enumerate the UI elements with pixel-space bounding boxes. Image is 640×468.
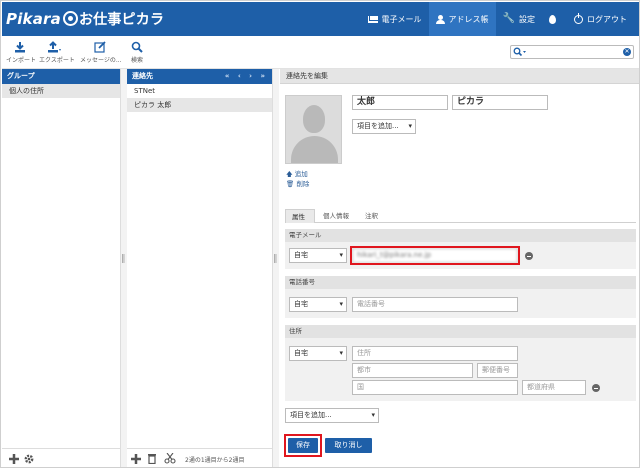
nav-logout[interactable]: ログアウト: [567, 2, 634, 36]
contacts-pager[interactable]: « ‹ › »: [225, 69, 268, 84]
nav-addressbook[interactable]: アドレス帳: [428, 2, 496, 36]
trash-icon[interactable]: [147, 453, 157, 464]
top-nav: 電子メール アドレス帳 🔧 設定 ログアウト: [361, 2, 634, 36]
power-icon: [574, 12, 583, 24]
add-field-select-bottom[interactable]: 項目を追加...: [285, 408, 379, 423]
compose-message-button[interactable]: メッセージの...: [80, 39, 122, 64]
logo-main: Pikara: [6, 10, 61, 28]
nav-logout-label: ログアウト: [587, 14, 627, 24]
nav-settings-label: 設定: [519, 14, 535, 24]
drop-icon: [549, 14, 556, 24]
splitter-right[interactable]: [273, 69, 279, 467]
photo-delete-link[interactable]: 🗑 削除: [286, 179, 309, 189]
toolbar: インポート エクスポート メッセージの... 検索 ✕: [2, 36, 639, 69]
export-button[interactable]: エクスポート: [39, 39, 75, 64]
contacts-footer: 2通の1通目から2通目: [127, 448, 272, 467]
photo-links: 🡅 追加 🗑 削除: [286, 169, 309, 189]
search-options-icon[interactable]: [513, 47, 527, 59]
contact-edit-panel: 連絡先を編集 🡅 追加 🗑 削除 太郎 ピカラ 項目を追加... 属性 個人情報…: [280, 69, 639, 467]
photo-add-label: 追加: [294, 170, 308, 178]
avatar-head-icon: [303, 105, 325, 133]
contacts-title: 連絡先: [132, 72, 153, 80]
clear-search-icon[interactable]: ✕: [623, 48, 631, 56]
cancel-button[interactable]: 取り消し: [325, 438, 372, 453]
region-field[interactable]: 都道府県: [522, 380, 586, 395]
edit-header: 連絡先を編集: [280, 69, 639, 84]
logo-sub: お仕事ピカラ: [78, 12, 165, 28]
import-label: インポート: [6, 57, 37, 64]
tab-personal-info[interactable]: 個人情報: [317, 209, 357, 223]
group-item[interactable]: 個人の住所: [2, 84, 120, 98]
avatar-body-icon: [291, 136, 338, 163]
photo-add-link[interactable]: 🡅 追加: [286, 169, 309, 179]
nav-theme[interactable]: [542, 2, 567, 36]
trash-small-icon: 🗑: [286, 180, 295, 188]
tab-properties[interactable]: 属性: [285, 209, 315, 223]
scissors-icon[interactable]: [164, 453, 176, 464]
phone-section: 電話番号 自宅 電話番号: [285, 276, 636, 318]
contact-row-label: ピカラ 太郎: [134, 101, 172, 109]
add-field-select-top[interactable]: 項目を追加...: [352, 119, 416, 134]
add-group-icon[interactable]: [9, 454, 19, 464]
gear-icon[interactable]: [24, 454, 34, 464]
first-name-field[interactable]: 太郎: [352, 95, 448, 110]
import-button[interactable]: インポート: [6, 39, 37, 64]
address-section: 住所 自宅 住所 都市 郵便番号 国 都道府県: [285, 325, 636, 401]
export-label: エクスポート: [39, 57, 75, 64]
search-icon: [128, 39, 146, 53]
groups-title: グループ: [7, 72, 35, 80]
add-contact-icon[interactable]: [131, 454, 141, 464]
logo[interactable]: Pikara お仕事ピカラ: [6, 9, 164, 29]
upload-icon: 🡅: [286, 170, 293, 178]
photo-delete-label: 削除: [296, 180, 310, 188]
contacts-header: 連絡先 « ‹ › »: [127, 69, 272, 84]
phone-type-select[interactable]: 自宅: [289, 297, 347, 312]
app-frame: Pikara お仕事ピカラ 電子メール アドレス帳 🔧 設定 ログアウト インポ…: [0, 0, 640, 468]
city-field[interactable]: 都市: [352, 363, 473, 378]
country-field[interactable]: 国: [352, 380, 518, 395]
groups-footer: [2, 448, 120, 467]
street-field[interactable]: 住所: [352, 346, 518, 361]
compose-icon: [80, 39, 120, 53]
zip-field[interactable]: 郵便番号: [477, 363, 518, 378]
contact-row[interactable]: STNet: [127, 84, 272, 98]
nav-addressbook-label: アドレス帳: [448, 14, 489, 24]
groups-header: グループ: [2, 69, 120, 84]
email-type-select[interactable]: 自宅: [289, 248, 347, 263]
contact-photo: [285, 95, 342, 164]
search-label: 検索: [130, 57, 143, 64]
email-highlight-box: [350, 246, 520, 265]
wrench-icon: 🔧: [502, 13, 515, 24]
group-item-label: 個人の住所: [9, 87, 44, 95]
edit-tabs: 属性 個人情報 注釈: [285, 209, 636, 223]
tab-notes[interactable]: 注釈: [359, 209, 389, 223]
phone-section-title: 電話番号: [285, 276, 636, 289]
compose-label: メッセージの...: [80, 57, 122, 64]
mail-icon: [367, 15, 378, 23]
contacts-count: 2通の1通目から2通目: [185, 457, 245, 464]
groups-panel: グループ 個人の住所: [2, 69, 121, 467]
remove-email-icon[interactable]: [525, 252, 533, 260]
contact-row-label: STNet: [134, 87, 156, 95]
contacts-panel: 連絡先 « ‹ › » STNet ピカラ 太郎 2通の1通目から2通目: [127, 69, 273, 467]
import-icon: [6, 39, 34, 53]
address-type-select[interactable]: 自宅: [289, 346, 347, 361]
logo-mark-icon: [62, 11, 78, 26]
quick-search-input[interactable]: ✕: [510, 45, 634, 59]
address-section-title: 住所: [285, 325, 636, 338]
save-highlight-box: [284, 434, 322, 457]
top-bar: Pikara お仕事ピカラ 電子メール アドレス帳 🔧 設定 ログアウト: [2, 2, 639, 36]
edit-title: 連絡先を編集: [286, 72, 328, 80]
remove-address-icon[interactable]: [592, 384, 600, 392]
person-icon: [435, 14, 445, 24]
search-button[interactable]: 検索: [128, 39, 146, 64]
contact-row[interactable]: ピカラ 太郎: [127, 98, 272, 112]
phone-field[interactable]: 電話番号: [352, 297, 518, 312]
nav-settings[interactable]: 🔧 設定: [496, 2, 542, 36]
last-name-field[interactable]: ピカラ: [452, 95, 548, 110]
nav-mail-label: 電子メール: [381, 14, 422, 24]
email-section-title: 電子メール: [285, 229, 636, 242]
export-icon: [39, 39, 71, 53]
nav-mail[interactable]: 電子メール: [361, 2, 429, 36]
